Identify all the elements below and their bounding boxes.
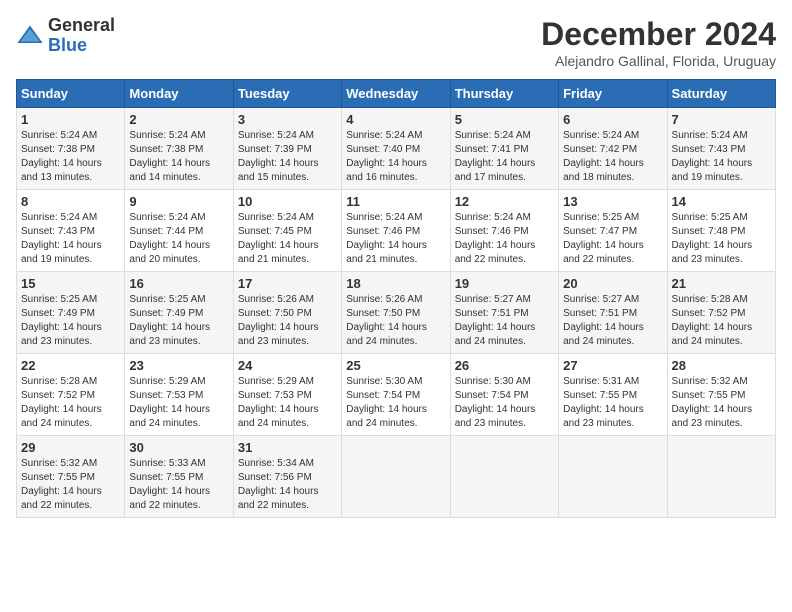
- table-row: 18Sunrise: 5:26 AMSunset: 7:50 PMDayligh…: [342, 272, 450, 354]
- table-row: [342, 436, 450, 518]
- table-row: 9Sunrise: 5:24 AMSunset: 7:44 PMDaylight…: [125, 190, 233, 272]
- table-row: 31Sunrise: 5:34 AMSunset: 7:56 PMDayligh…: [233, 436, 341, 518]
- table-row: 15Sunrise: 5:25 AMSunset: 7:49 PMDayligh…: [17, 272, 125, 354]
- table-row: 4Sunrise: 5:24 AMSunset: 7:40 PMDaylight…: [342, 108, 450, 190]
- col-sunday: Sunday: [17, 80, 125, 108]
- table-row: 6Sunrise: 5:24 AMSunset: 7:42 PMDaylight…: [559, 108, 667, 190]
- table-row: 12Sunrise: 5:24 AMSunset: 7:46 PMDayligh…: [450, 190, 558, 272]
- col-saturday: Saturday: [667, 80, 775, 108]
- table-row: 29Sunrise: 5:32 AMSunset: 7:55 PMDayligh…: [17, 436, 125, 518]
- calendar-body: 1Sunrise: 5:24 AMSunset: 7:38 PMDaylight…: [17, 108, 776, 518]
- table-row: [450, 436, 558, 518]
- table-row: 1Sunrise: 5:24 AMSunset: 7:38 PMDaylight…: [17, 108, 125, 190]
- table-row: 28Sunrise: 5:32 AMSunset: 7:55 PMDayligh…: [667, 354, 775, 436]
- table-row: 27Sunrise: 5:31 AMSunset: 7:55 PMDayligh…: [559, 354, 667, 436]
- col-thursday: Thursday: [450, 80, 558, 108]
- logo-text: General Blue: [48, 16, 115, 56]
- week-row-3: 15Sunrise: 5:25 AMSunset: 7:49 PMDayligh…: [17, 272, 776, 354]
- table-row: 7Sunrise: 5:24 AMSunset: 7:43 PMDaylight…: [667, 108, 775, 190]
- table-row: 26Sunrise: 5:30 AMSunset: 7:54 PMDayligh…: [450, 354, 558, 436]
- location-title: Alejandro Gallinal, Florida, Uruguay: [541, 53, 776, 69]
- week-row-1: 1Sunrise: 5:24 AMSunset: 7:38 PMDaylight…: [17, 108, 776, 190]
- week-row-4: 22Sunrise: 5:28 AMSunset: 7:52 PMDayligh…: [17, 354, 776, 436]
- table-row: 16Sunrise: 5:25 AMSunset: 7:49 PMDayligh…: [125, 272, 233, 354]
- table-row: 17Sunrise: 5:26 AMSunset: 7:50 PMDayligh…: [233, 272, 341, 354]
- table-row: 19Sunrise: 5:27 AMSunset: 7:51 PMDayligh…: [450, 272, 558, 354]
- table-row: 24Sunrise: 5:29 AMSunset: 7:53 PMDayligh…: [233, 354, 341, 436]
- table-row: 20Sunrise: 5:27 AMSunset: 7:51 PMDayligh…: [559, 272, 667, 354]
- table-row: [559, 436, 667, 518]
- table-row: 8Sunrise: 5:24 AMSunset: 7:43 PMDaylight…: [17, 190, 125, 272]
- table-row: 3Sunrise: 5:24 AMSunset: 7:39 PMDaylight…: [233, 108, 341, 190]
- table-row: 10Sunrise: 5:24 AMSunset: 7:45 PMDayligh…: [233, 190, 341, 272]
- table-row: 13Sunrise: 5:25 AMSunset: 7:47 PMDayligh…: [559, 190, 667, 272]
- week-row-2: 8Sunrise: 5:24 AMSunset: 7:43 PMDaylight…: [17, 190, 776, 272]
- header: General Blue December 2024 Alejandro Gal…: [16, 16, 776, 69]
- logo: General Blue: [16, 16, 115, 56]
- header-row: Sunday Monday Tuesday Wednesday Thursday…: [17, 80, 776, 108]
- table-row: 11Sunrise: 5:24 AMSunset: 7:46 PMDayligh…: [342, 190, 450, 272]
- col-tuesday: Tuesday: [233, 80, 341, 108]
- table-row: 2Sunrise: 5:24 AMSunset: 7:38 PMDaylight…: [125, 108, 233, 190]
- table-row: 5Sunrise: 5:24 AMSunset: 7:41 PMDaylight…: [450, 108, 558, 190]
- logo-icon: [16, 22, 44, 50]
- table-row: 21Sunrise: 5:28 AMSunset: 7:52 PMDayligh…: [667, 272, 775, 354]
- table-row: 14Sunrise: 5:25 AMSunset: 7:48 PMDayligh…: [667, 190, 775, 272]
- calendar-table: Sunday Monday Tuesday Wednesday Thursday…: [16, 79, 776, 518]
- title-area: December 2024 Alejandro Gallinal, Florid…: [541, 16, 776, 69]
- table-row: 30Sunrise: 5:33 AMSunset: 7:55 PMDayligh…: [125, 436, 233, 518]
- col-friday: Friday: [559, 80, 667, 108]
- table-row: 25Sunrise: 5:30 AMSunset: 7:54 PMDayligh…: [342, 354, 450, 436]
- logo-blue-text: Blue: [48, 36, 115, 56]
- col-wednesday: Wednesday: [342, 80, 450, 108]
- table-row: 23Sunrise: 5:29 AMSunset: 7:53 PMDayligh…: [125, 354, 233, 436]
- logo-general-text: General: [48, 16, 115, 36]
- week-row-5: 29Sunrise: 5:32 AMSunset: 7:55 PMDayligh…: [17, 436, 776, 518]
- month-title: December 2024: [541, 16, 776, 53]
- table-row: 22Sunrise: 5:28 AMSunset: 7:52 PMDayligh…: [17, 354, 125, 436]
- col-monday: Monday: [125, 80, 233, 108]
- table-row: [667, 436, 775, 518]
